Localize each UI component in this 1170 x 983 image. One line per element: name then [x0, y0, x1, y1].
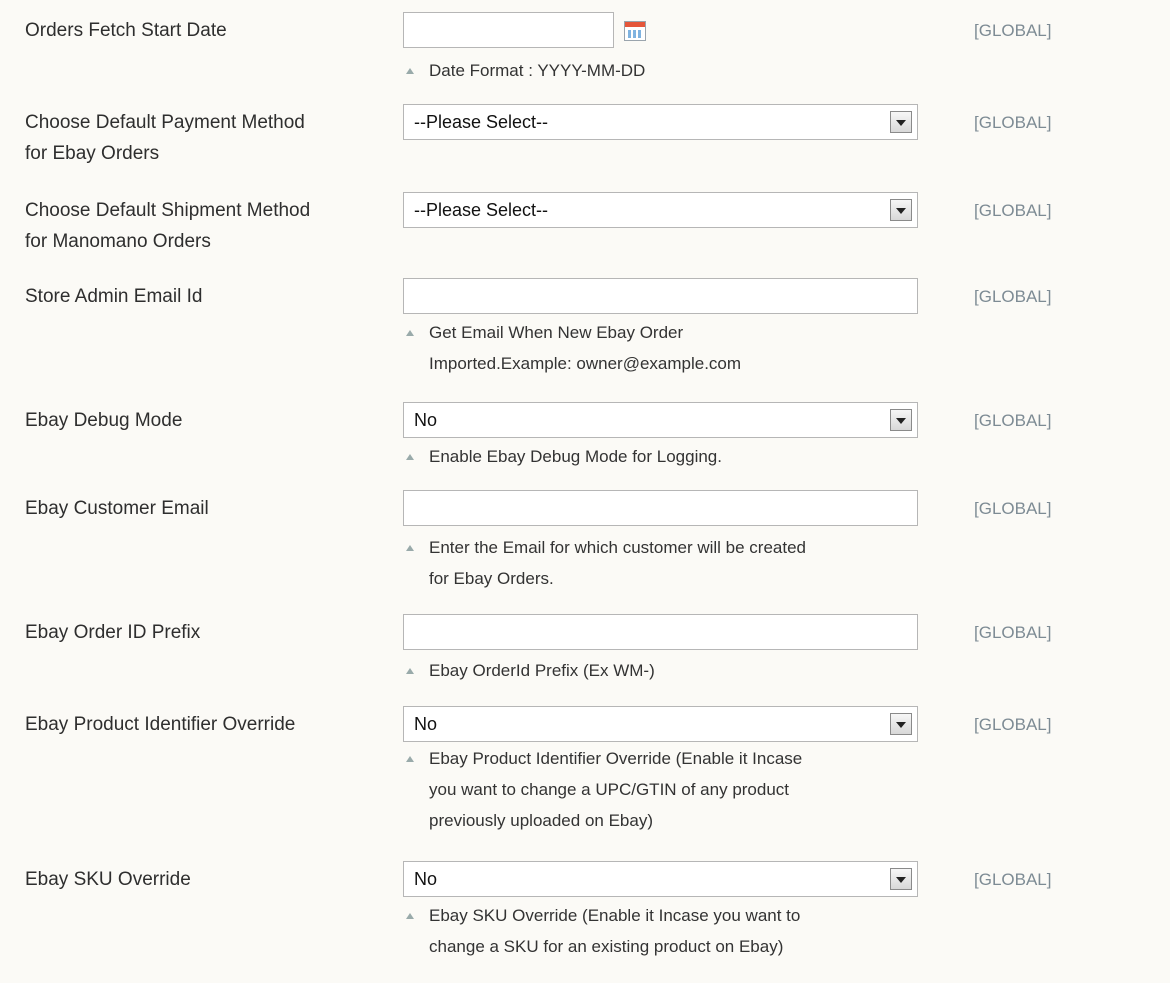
triangle-up-icon: [406, 545, 414, 551]
ebay-order-id-prefix-input[interactable]: [403, 614, 918, 650]
ebay-sku-override-select[interactable]: No: [403, 861, 918, 897]
orders-fetch-start-date-input[interactable]: [403, 12, 614, 48]
chevron-down-icon[interactable]: [890, 111, 912, 133]
field-note: Ebay SKU Override (Enable it Incase you …: [406, 900, 926, 962]
triangle-up-icon: [406, 668, 414, 674]
chevron-down-icon[interactable]: [890, 713, 912, 735]
field-label: Ebay SKU Override: [25, 869, 191, 890]
field-label: Ebay Debug Mode: [25, 410, 183, 431]
scope-label: [GLOBAL]: [974, 623, 1052, 642]
field-note: Enter the Email for which customer will …: [406, 532, 926, 594]
scope-label: [GLOBAL]: [974, 287, 1052, 306]
ebay-debug-mode-select[interactable]: No: [403, 402, 918, 438]
triangle-up-icon: [406, 756, 414, 762]
scope-label: [GLOBAL]: [974, 113, 1052, 132]
scope-label: [GLOBAL]: [974, 201, 1052, 220]
chevron-down-icon[interactable]: [890, 868, 912, 890]
field-label: Ebay Order ID Prefix: [25, 622, 201, 643]
field-label: Choose Default Payment Method for Ebay O…: [25, 112, 305, 164]
config-form: Orders Fetch Start Date [GLOBAL] Date Fo…: [8, 0, 1162, 983]
default-payment-method-select[interactable]: --Please Select--: [403, 104, 918, 140]
field-note: Ebay OrderId Prefix (Ex WM-): [406, 655, 926, 686]
field-note: Enable Ebay Debug Mode for Logging.: [406, 441, 926, 472]
store-admin-email-input[interactable]: [403, 278, 918, 314]
chevron-down-icon[interactable]: [890, 409, 912, 431]
scope-label: [GLOBAL]: [974, 21, 1052, 40]
field-label: Choose Default Shipment Method for Manom…: [25, 200, 311, 252]
calendar-icon[interactable]: [624, 21, 646, 41]
triangle-up-icon: [406, 68, 414, 74]
field-note: Date Format : YYYY-MM-DD: [406, 55, 926, 86]
field-note: Ebay Product Identifier Override (Enable…: [406, 743, 926, 836]
triangle-up-icon: [406, 913, 414, 919]
field-note: Get Email When New Ebay Order Imported.E…: [406, 317, 926, 379]
scope-label: [GLOBAL]: [974, 715, 1052, 734]
triangle-up-icon: [406, 454, 414, 460]
scope-label: [GLOBAL]: [974, 411, 1052, 430]
scope-label: [GLOBAL]: [974, 870, 1052, 889]
ebay-customer-email-input[interactable]: [403, 490, 918, 526]
scope-label: [GLOBAL]: [974, 499, 1052, 518]
field-label: Ebay Customer Email: [25, 498, 209, 519]
field-label: Ebay Product Identifier Override: [25, 714, 296, 735]
triangle-up-icon: [406, 330, 414, 336]
field-label: Orders Fetch Start Date: [25, 20, 227, 41]
ebay-product-identifier-override-select[interactable]: No: [403, 706, 918, 742]
field-label: Store Admin Email Id: [25, 286, 203, 307]
chevron-down-icon[interactable]: [890, 199, 912, 221]
default-shipment-method-select[interactable]: --Please Select--: [403, 192, 918, 228]
